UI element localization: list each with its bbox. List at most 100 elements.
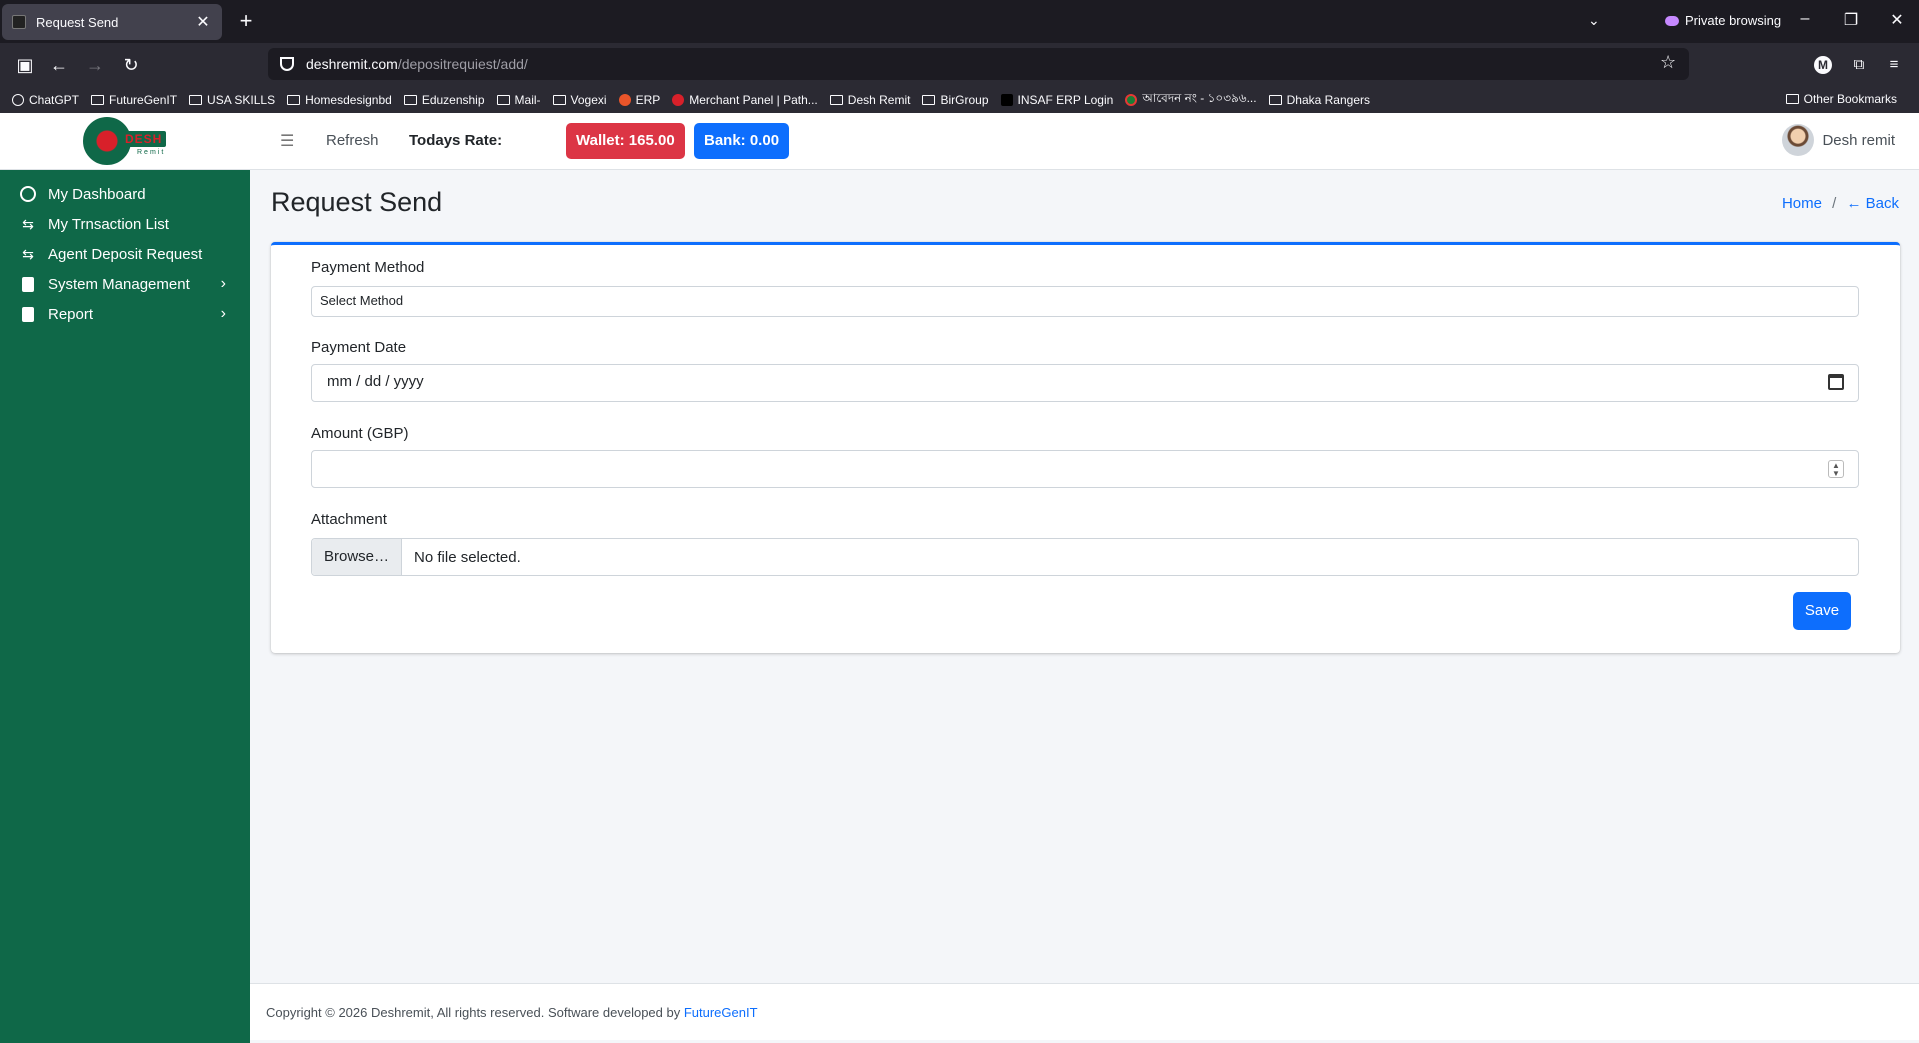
minimize-window-button[interactable]: –	[1795, 10, 1815, 28]
back-link[interactable]: ← Back	[1846, 195, 1899, 212]
hamburger-menu-icon[interactable]: ☰	[280, 131, 294, 151]
bookmark-folder[interactable]: Vogexi	[552, 93, 607, 107]
breadcrumb-home-link[interactable]: Home	[1782, 195, 1822, 212]
sidebar: DESH Remit My Dashboard ⇆ My Trnsaction …	[0, 113, 250, 1043]
bookmark-folder[interactable]: FutureGenIT	[91, 93, 177, 107]
bookmark-folder[interactable]: Desh Remit	[829, 93, 910, 107]
reload-icon[interactable]: ↻	[118, 52, 144, 78]
list-tabs-chevron-icon[interactable]: ⌄	[1588, 12, 1600, 29]
bookmark-folder[interactable]: Homesdesignbd	[287, 93, 392, 107]
folder-icon	[91, 94, 105, 105]
refresh-link[interactable]: Refresh	[326, 132, 379, 149]
tab-title: Request Send	[36, 14, 119, 30]
extensions-puzzle-icon[interactable]: ⧉	[1848, 54, 1870, 76]
file-status-text: No file selected.	[414, 548, 521, 566]
tracking-shield-icon[interactable]	[280, 57, 294, 71]
wallet-balance-badge[interactable]: Wallet: 165.00	[566, 123, 685, 159]
sidebar-toggle-icon[interactable]: ▣	[12, 52, 38, 78]
exchange-icon: ⇆	[22, 216, 34, 232]
folder-icon	[189, 94, 203, 105]
sidebar-item-report[interactable]: Report ›	[0, 299, 250, 329]
top-navbar: ☰ Refresh Todays Rate: Wallet: 165.00 Ba…	[250, 113, 1919, 170]
payment-date-input[interactable]: mm / dd / yyyy	[311, 364, 1859, 402]
number-spinner-icon[interactable]: ▲ ▼	[1828, 460, 1844, 478]
calendar-icon[interactable]	[1828, 374, 1844, 390]
breadcrumb-separator: /	[1832, 195, 1837, 212]
bookmark-star-icon[interactable]: ☆	[1660, 52, 1676, 73]
close-tab-icon[interactable]: ✕	[194, 12, 212, 32]
save-button[interactable]: Save	[1793, 592, 1851, 630]
sidebar-item-label: My Dashboard	[48, 185, 146, 203]
private-mask-icon	[1665, 15, 1679, 26]
sidebar-item-system-management[interactable]: System Management ›	[0, 269, 250, 299]
bookmark-folder[interactable]: Dhaka Rangers	[1268, 93, 1370, 107]
account-m-icon[interactable]: M	[1814, 56, 1832, 74]
developer-link[interactable]: FutureGenIT	[684, 1005, 758, 1020]
bank-balance-badge[interactable]: Bank: 0.00	[694, 123, 790, 159]
payment-method-label: Payment Method	[311, 259, 425, 276]
close-window-button[interactable]: ✕	[1887, 10, 1907, 30]
sidebar-item-my-transaction-list[interactable]: ⇆ My Trnsaction List	[0, 209, 250, 239]
chevron-right-icon: ›	[220, 275, 226, 292]
page-footer: Copyright © 2026 Deshremit, All rights r…	[250, 983, 1919, 1040]
copyright-text: Copyright © 2026 Deshremit, All rights r…	[266, 1005, 684, 1020]
browser-tab-bar: Request Send ✕ + ⌄ Private browsing – ❐ …	[0, 0, 1919, 43]
user-name: Desh remit	[1822, 131, 1895, 149]
restore-window-button[interactable]: ❐	[1841, 10, 1861, 30]
logo-text: DESH	[121, 131, 167, 147]
folder-icon	[287, 94, 301, 105]
logo-subtext: Remit	[137, 149, 166, 156]
folder-icon	[922, 94, 936, 105]
sidebar-menu: My Dashboard ⇆ My Trnsaction List ⇆ Agen…	[0, 170, 250, 329]
other-bookmarks[interactable]: Other Bookmarks	[1785, 92, 1897, 106]
browser-nav-bar: ▣ ← → ↻ deshremit.com /depositrequiest/a…	[0, 43, 1919, 86]
payment-method-select[interactable]: Select Method	[311, 286, 1859, 317]
sidebar-item-my-dashboard[interactable]: My Dashboard	[0, 179, 250, 209]
app-menu-icon[interactable]: ≡	[1883, 54, 1905, 76]
folder-icon	[1268, 94, 1282, 105]
bookmark-item[interactable]: আবেদন নং - ১০৩৯৬...	[1125, 90, 1257, 110]
amount-input[interactable]: ▲ ▼	[311, 450, 1859, 488]
bookmark-item[interactable]: INSAF ERP Login	[1000, 93, 1113, 107]
new-tab-button[interactable]: +	[233, 8, 259, 34]
private-browsing-label: Private browsing	[1685, 13, 1782, 28]
merchant-panel-icon	[672, 93, 685, 106]
folder-icon	[1785, 94, 1799, 104]
bookmarks-toolbar: ChatGPT FutureGenIT USA SKILLS Homesdesi…	[0, 86, 1919, 113]
bookmark-folder[interactable]: USA SKILLS	[189, 93, 275, 107]
bookmark-item[interactable]: ERP	[618, 93, 660, 107]
user-menu[interactable]: Desh remit	[1782, 124, 1895, 156]
url-bar[interactable]: deshremit.com /depositrequiest/add/	[268, 48, 1689, 80]
bookmark-folder[interactable]: Mail-	[496, 93, 541, 107]
avatar	[1782, 124, 1815, 156]
attachment-label: Attachment	[311, 511, 387, 528]
browse-button[interactable]: Browse…	[312, 539, 403, 575]
sidebar-item-label: System Management	[48, 275, 190, 293]
brand-logo-link[interactable]: DESH Remit	[0, 113, 250, 170]
folder-icon	[403, 94, 417, 105]
chevron-right-icon: ›	[220, 305, 226, 322]
folder-icon	[496, 94, 510, 105]
attachment-file-input[interactable]: Browse… No file selected.	[311, 538, 1859, 576]
sidebar-item-label: My Trnsaction List	[48, 215, 169, 233]
url-host: deshremit.com	[306, 56, 398, 72]
forward-arrow-icon[interactable]: →	[82, 52, 108, 78]
deposit-request-form-card: Payment Method Select Method Payment Dat…	[271, 242, 1900, 653]
payment-date-label: Payment Date	[311, 339, 407, 356]
sidebar-item-agent-deposit-request[interactable]: ⇆ Agent Deposit Request	[0, 239, 250, 269]
bookmark-item[interactable]: ChatGPT	[12, 93, 79, 107]
todays-rate-label: Todays Rate:	[409, 132, 503, 149]
bangladesh-gov-icon	[1125, 93, 1138, 106]
site-favicon-icon	[12, 15, 26, 29]
erp-icon	[618, 93, 631, 106]
clipboard-icon	[22, 276, 34, 292]
desh-remit-logo: DESH Remit	[73, 117, 177, 165]
amount-label: Amount (GBP)	[311, 425, 409, 442]
bookmark-folder[interactable]: BirGroup	[922, 93, 989, 107]
page-title: Request Send	[271, 187, 443, 217]
bookmark-item[interactable]: Merchant Panel | Path...	[672, 93, 818, 107]
browser-tab[interactable]: Request Send ✕	[2, 4, 222, 40]
insaf-erp-icon	[1000, 93, 1013, 106]
bookmark-folder[interactable]: Eduzenship	[403, 93, 485, 107]
back-arrow-icon[interactable]: ←	[46, 52, 72, 78]
